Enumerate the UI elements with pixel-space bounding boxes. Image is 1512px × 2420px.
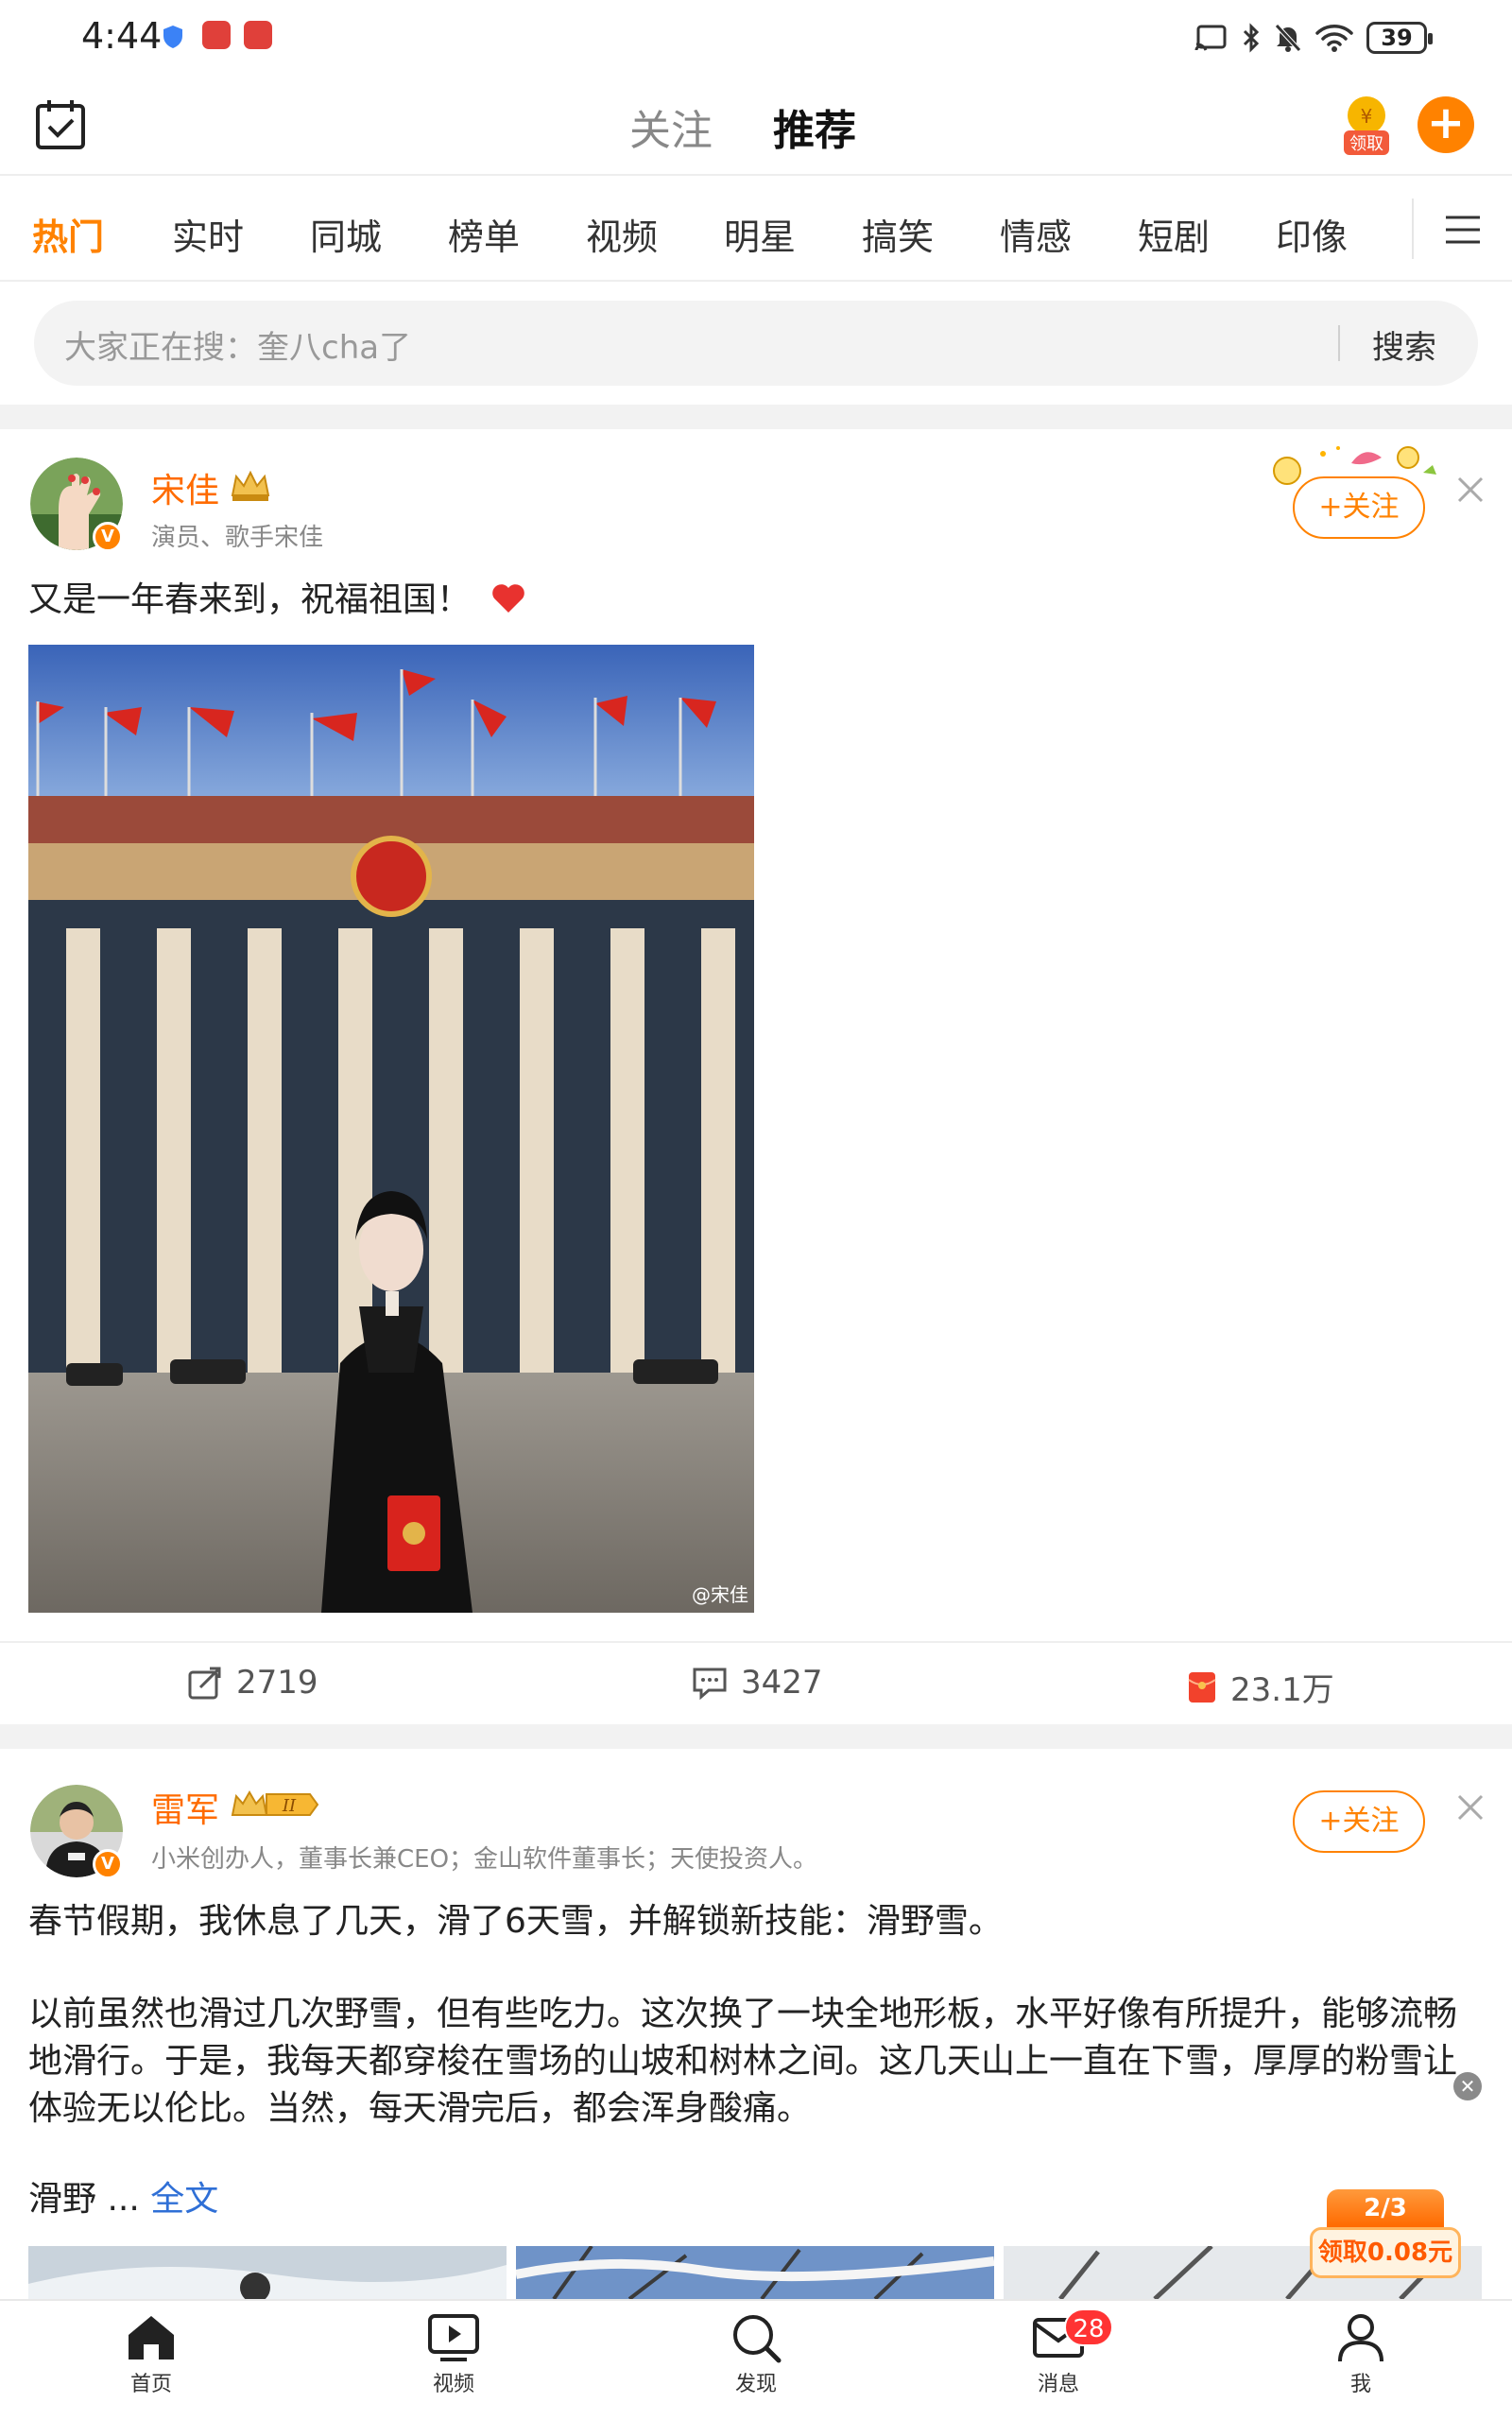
svg-text:¥: ¥ — [1361, 105, 1373, 128]
bottom-nav: 首页 视频 发现 消息 28 我 — [0, 2299, 1512, 2420]
nav-home[interactable]: 首页 — [94, 2312, 208, 2397]
like-button[interactable]: 23.1万 — [1187, 1664, 1334, 1710]
crown-icon — [231, 470, 270, 501]
search-button[interactable]: 搜索 — [1372, 321, 1436, 368]
feed-post: V 雷军 II 小米创办人，董事长兼CEO；金山软件董事长；天使投资人。 +关注… — [0, 1749, 1512, 2299]
post-text-content: 又是一年春来到，祝福祖国！ — [28, 580, 472, 619]
comment-icon — [693, 1668, 727, 1701]
channel-tab[interactable]: 热门 — [32, 208, 104, 260]
channel-tabs: 热门 实时 同城 榜单 视频 明星 搞笑 情感 短剧 印像 — [0, 178, 1512, 282]
member-level-icon: II — [231, 1790, 319, 1816]
author-name[interactable]: 雷军 — [151, 1783, 219, 1832]
red-envelope-like-icon — [1188, 1671, 1216, 1703]
nav-messages[interactable]: 消息 28 — [1002, 2308, 1115, 2397]
close-icon[interactable] — [1455, 475, 1486, 505]
tab-recommend[interactable]: 推荐 — [773, 96, 862, 161]
channel-tab[interactable]: 搞笑 — [862, 208, 934, 260]
repost-icon — [188, 1667, 221, 1700]
nav-label: 视频 — [432, 2373, 474, 2396]
photo-illustration — [28, 645, 754, 1613]
heart-icon — [492, 584, 525, 613]
post-image-thumbnail[interactable] — [28, 2246, 507, 2299]
coin-label: 领取 — [1349, 134, 1383, 154]
channel-tab[interactable]: 实时 — [172, 208, 244, 260]
post-truncated: 滑野 ... 全文 — [28, 2176, 218, 2223]
comment-button[interactable]: 3427 — [692, 1664, 823, 1702]
post-image-thumbnail[interactable] — [516, 2246, 994, 2299]
coin-reward-icon[interactable]: ¥ 领取 — [1342, 95, 1391, 157]
author-name[interactable]: 宋佳 — [151, 463, 219, 512]
unread-badge: 28 — [1064, 2308, 1113, 2346]
reward-progress: 2/3 — [1327, 2189, 1444, 2227]
read-full-link[interactable]: 全文 — [150, 2180, 218, 2219]
shield-icon — [163, 26, 182, 48]
user-icon — [1338, 2314, 1383, 2362]
photo-illustration — [28, 2246, 507, 2299]
tab-follow[interactable]: 关注 — [629, 96, 713, 157]
repost-count: 2719 — [236, 1664, 318, 1702]
status-icons: 39 — [1194, 19, 1433, 57]
feed-separator — [0, 405, 1512, 429]
status-time: 4:44 — [81, 15, 163, 57]
battery-indicator: 39 — [1366, 22, 1433, 54]
search-bar[interactable]: 大家正在搜：奎八cha了 搜索 — [34, 301, 1478, 386]
repost-button[interactable]: 2719 — [187, 1664, 318, 1702]
follow-button[interactable]: +关注 — [1293, 1790, 1425, 1853]
post-image[interactable]: @宋佳 — [28, 645, 754, 1613]
nav-discover[interactable]: 发现 — [699, 2312, 813, 2397]
dismiss-icon[interactable]: ✕ — [1453, 2072, 1482, 2100]
post-paragraph: 滑野 ... — [28, 2180, 140, 2219]
reward-label: 领取0.08元 — [1310, 2227, 1461, 2278]
wifi-icon — [1315, 25, 1353, 52]
nav-me[interactable]: 我 — [1304, 2312, 1418, 2397]
bluetooth-icon — [1243, 23, 1260, 53]
feed-separator — [0, 1724, 1512, 1749]
tab-recommend-label: 推荐 — [773, 107, 856, 155]
compose-plus-button[interactable]: + — [1418, 96, 1474, 153]
svg-text:II: II — [282, 1796, 297, 1816]
app-notification-icon — [202, 21, 231, 49]
menu-icon[interactable] — [1444, 214, 1482, 246]
post-paragraph: 以前虽然也滑过几次野雪，但有些吃力。这次换了一块全地形板，水平好像有所提升，能够… — [28, 1995, 1458, 2128]
channel-tab[interactable]: 情感 — [1000, 208, 1072, 260]
search-divider — [1338, 325, 1340, 361]
search-icon — [733, 2315, 782, 2363]
channel-tab[interactable]: 印像 — [1276, 208, 1348, 260]
mute-bell-icon — [1275, 24, 1301, 52]
author-description: 演员、歌手宋佳 — [151, 524, 324, 552]
close-icon[interactable] — [1455, 1792, 1486, 1823]
channel-tab[interactable]: 短剧 — [1138, 208, 1210, 260]
search-input[interactable]: 大家正在搜：奎八cha了 — [64, 321, 411, 368]
nav-label: 发现 — [734, 2373, 777, 2396]
channel-tab[interactable]: 同城 — [310, 208, 382, 260]
follow-button[interactable]: +关注 — [1293, 476, 1425, 539]
comment-count: 3427 — [741, 1664, 823, 1702]
author-description: 小米创办人，董事长兼CEO；金山软件董事长；天使投资人。 — [151, 1845, 818, 1874]
photo-illustration — [516, 2246, 994, 2299]
nav-video[interactable]: 视频 — [397, 2312, 510, 2397]
post-text: 又是一年春来到，祝福祖国！ — [28, 577, 526, 624]
reward-widget[interactable]: 2/3 领取0.08元 — [1310, 2189, 1461, 2295]
home-icon — [129, 2316, 174, 2360]
channel-divider — [1412, 199, 1414, 259]
nav-label: 首页 — [129, 2373, 172, 2396]
calendar-check-icon[interactable] — [34, 98, 87, 151]
post-actions: 2719 3427 23.1万 — [0, 1641, 1512, 1724]
verified-badge-icon: V — [93, 1849, 123, 1879]
status-bar: 4:44 39 — [0, 0, 1512, 76]
nav-label: 消息 — [1037, 2373, 1079, 2396]
verified-badge-icon: V — [93, 522, 123, 552]
channel-tab[interactable]: 榜单 — [448, 208, 520, 260]
post-paragraph: 春节假期，我休息了几天，滑了6天雪，并解锁新技能：滑野雪。 — [28, 1902, 1003, 1941]
nav-label: 我 — [1349, 2373, 1371, 2396]
feed-post: V 宋佳 演员、歌手宋佳 +关注 又是一年春来到，祝福祖国！ @宋佳 2719 … — [0, 429, 1512, 1724]
channel-tab[interactable]: 视频 — [586, 208, 658, 260]
image-watermark: @宋佳 — [692, 1583, 748, 1606]
like-count: 23.1万 — [1230, 1671, 1334, 1709]
top-header: 关注 推荐 ¥ 领取 + — [0, 76, 1512, 176]
channel-tab[interactable]: 明星 — [724, 208, 796, 260]
app-notification-icon — [244, 21, 272, 49]
video-play-icon — [428, 2314, 479, 2361]
cast-icon — [1194, 25, 1227, 51]
